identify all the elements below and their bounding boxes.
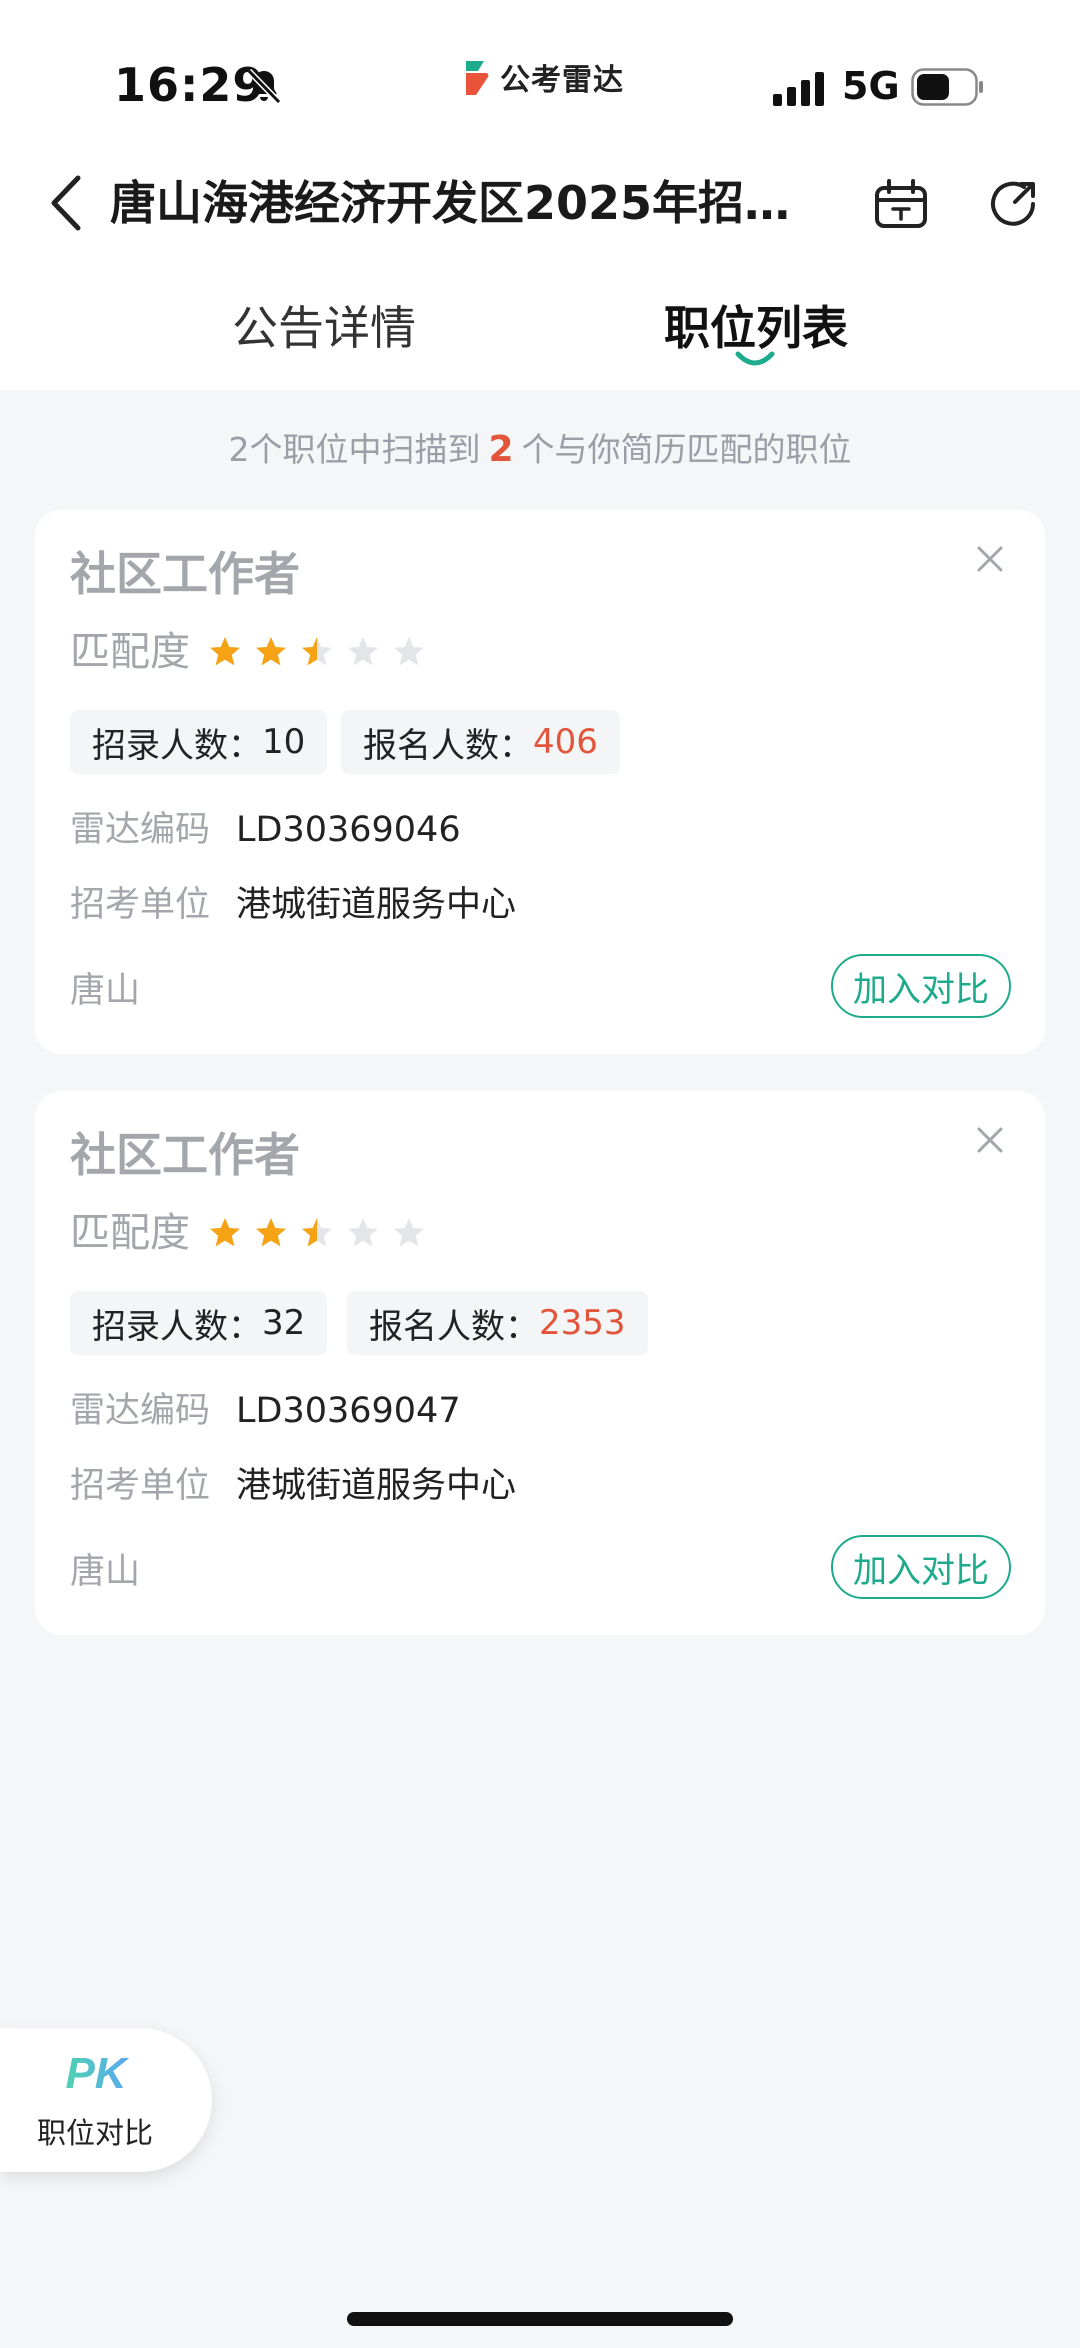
summary-count: 2 xyxy=(488,429,514,470)
match-label: 匹配度 xyxy=(70,629,190,675)
brand-logo-icon xyxy=(466,61,489,95)
star-icon xyxy=(348,637,378,666)
hire-count: 10 xyxy=(262,722,306,762)
apply-count-chip: 报名人数： 2353 xyxy=(347,1291,648,1355)
add-to-compare-button[interactable]: 加入对比 xyxy=(831,1535,1011,1599)
match-row: 匹配度 xyxy=(70,1203,438,1263)
recruiting-unit-row: 招考单位 港城街道服务中心 xyxy=(70,877,516,933)
match-label: 匹配度 xyxy=(70,1210,190,1256)
apply-label: 报名人数： xyxy=(369,1306,539,1347)
signal-icon xyxy=(773,72,824,106)
close-icon[interactable] xyxy=(973,1123,1007,1157)
summary-suffix: 个与你简历匹配的职位 xyxy=(521,430,852,469)
radar-code-label: 雷达编码 xyxy=(70,810,211,850)
apply-label: 报名人数： xyxy=(363,725,533,766)
recruiting-unit-label: 招考单位 xyxy=(70,1466,211,1506)
pk-icon: PK xyxy=(65,2049,129,2098)
recruiting-unit-value: 港城街道服务中心 xyxy=(236,885,517,925)
back-arrow-icon[interactable] xyxy=(44,170,92,236)
summary-prefix: 2个职位中扫描到 xyxy=(228,430,481,469)
calendar-icon[interactable] xyxy=(873,176,929,232)
location-label: 唐山 xyxy=(70,971,141,1011)
bell-off-icon xyxy=(246,68,282,105)
match-row: 匹配度 xyxy=(70,622,438,682)
nav-bar: 唐山海港经济开发区2025年招聘社区工作者公告 xyxy=(0,150,1080,260)
page-title: 唐山海港经济开发区2025年招聘社区工作者公告 xyxy=(110,176,830,230)
hire-count: 32 xyxy=(262,1303,306,1343)
radar-code-row: 雷达编码 LD30369046 xyxy=(70,802,461,858)
position-card[interactable]: 社区工作者 匹配度 招录人数： 10 报名人数： 406 雷达编码 LD303690… xyxy=(35,510,1045,1054)
recruiting-unit-row: 招考单位 港城街道服务中心 xyxy=(70,1458,516,1514)
tab-bar: 公告详情 职位列表 xyxy=(0,286,1080,386)
rating-stars xyxy=(208,635,438,669)
position-compare-label: 职位对比 xyxy=(36,2116,153,2150)
add-to-compare-button[interactable]: 加入对比 xyxy=(831,954,1011,1018)
close-icon[interactable] xyxy=(973,542,1007,576)
brand: 公考雷达 xyxy=(462,55,624,99)
top-bar: 16:29 公考雷达 5G 唐山海港经济开发区2025年招聘社 公告详情 职位列… xyxy=(0,0,1080,390)
radar-code-row: 雷达编码 LD30369047 xyxy=(70,1383,461,1439)
rating-stars xyxy=(208,1216,438,1250)
star-icon xyxy=(210,637,240,666)
hire-count-chip: 招录人数： 10 xyxy=(70,710,328,774)
star-icon xyxy=(256,1218,286,1247)
star-icon xyxy=(210,1218,240,1247)
apply-count: 2353 xyxy=(539,1303,626,1343)
hire-label: 招录人数： xyxy=(92,1306,262,1347)
star-icon xyxy=(256,637,286,666)
pk-icon-text: PK xyxy=(65,2049,129,2098)
network-type: 5G xyxy=(842,64,900,108)
hire-count-chip: 招录人数： 32 xyxy=(70,1291,328,1355)
recruiting-unit-label: 招考单位 xyxy=(70,885,211,925)
status-time: 16:29 xyxy=(114,58,266,112)
position-card[interactable]: 社区工作者 匹配度 招录人数： 32 报名人数： 2353 雷达编码 LD30369… xyxy=(35,1091,1045,1635)
hire-label: 招录人数： xyxy=(92,725,262,766)
radar-code-value: LD30369046 xyxy=(236,810,461,850)
location-label: 唐山 xyxy=(70,1552,141,1592)
star-icon xyxy=(394,637,424,666)
recruiting-unit-value: 港城街道服务中心 xyxy=(236,1466,517,1506)
star-icon xyxy=(302,637,332,666)
battery-icon xyxy=(911,68,983,106)
home-indicator xyxy=(347,2312,733,2326)
brand-name: 公考雷达 xyxy=(500,63,624,98)
position-title: 社区工作者 xyxy=(70,547,300,601)
tab-announcement[interactable]: 公告详情 xyxy=(232,298,416,358)
tab-active-indicator xyxy=(735,351,775,366)
status-bar: 16:29 公考雷达 5G xyxy=(0,0,1080,150)
star-icon xyxy=(348,1218,378,1247)
radar-code-value: LD30369047 xyxy=(236,1391,461,1431)
match-summary: 2个职位中扫描到 2 个与你简历匹配的职位 xyxy=(0,424,1080,476)
apply-count: 406 xyxy=(533,722,598,762)
radar-code-label: 雷达编码 xyxy=(70,1391,211,1431)
position-title: 社区工作者 xyxy=(70,1128,300,1182)
star-icon xyxy=(394,1218,424,1247)
star-icon xyxy=(302,1218,332,1247)
share-icon[interactable] xyxy=(985,174,1043,232)
apply-count-chip: 报名人数： 406 xyxy=(341,710,620,774)
position-compare-float-button[interactable]: PK 职位对比 xyxy=(0,2028,212,2172)
